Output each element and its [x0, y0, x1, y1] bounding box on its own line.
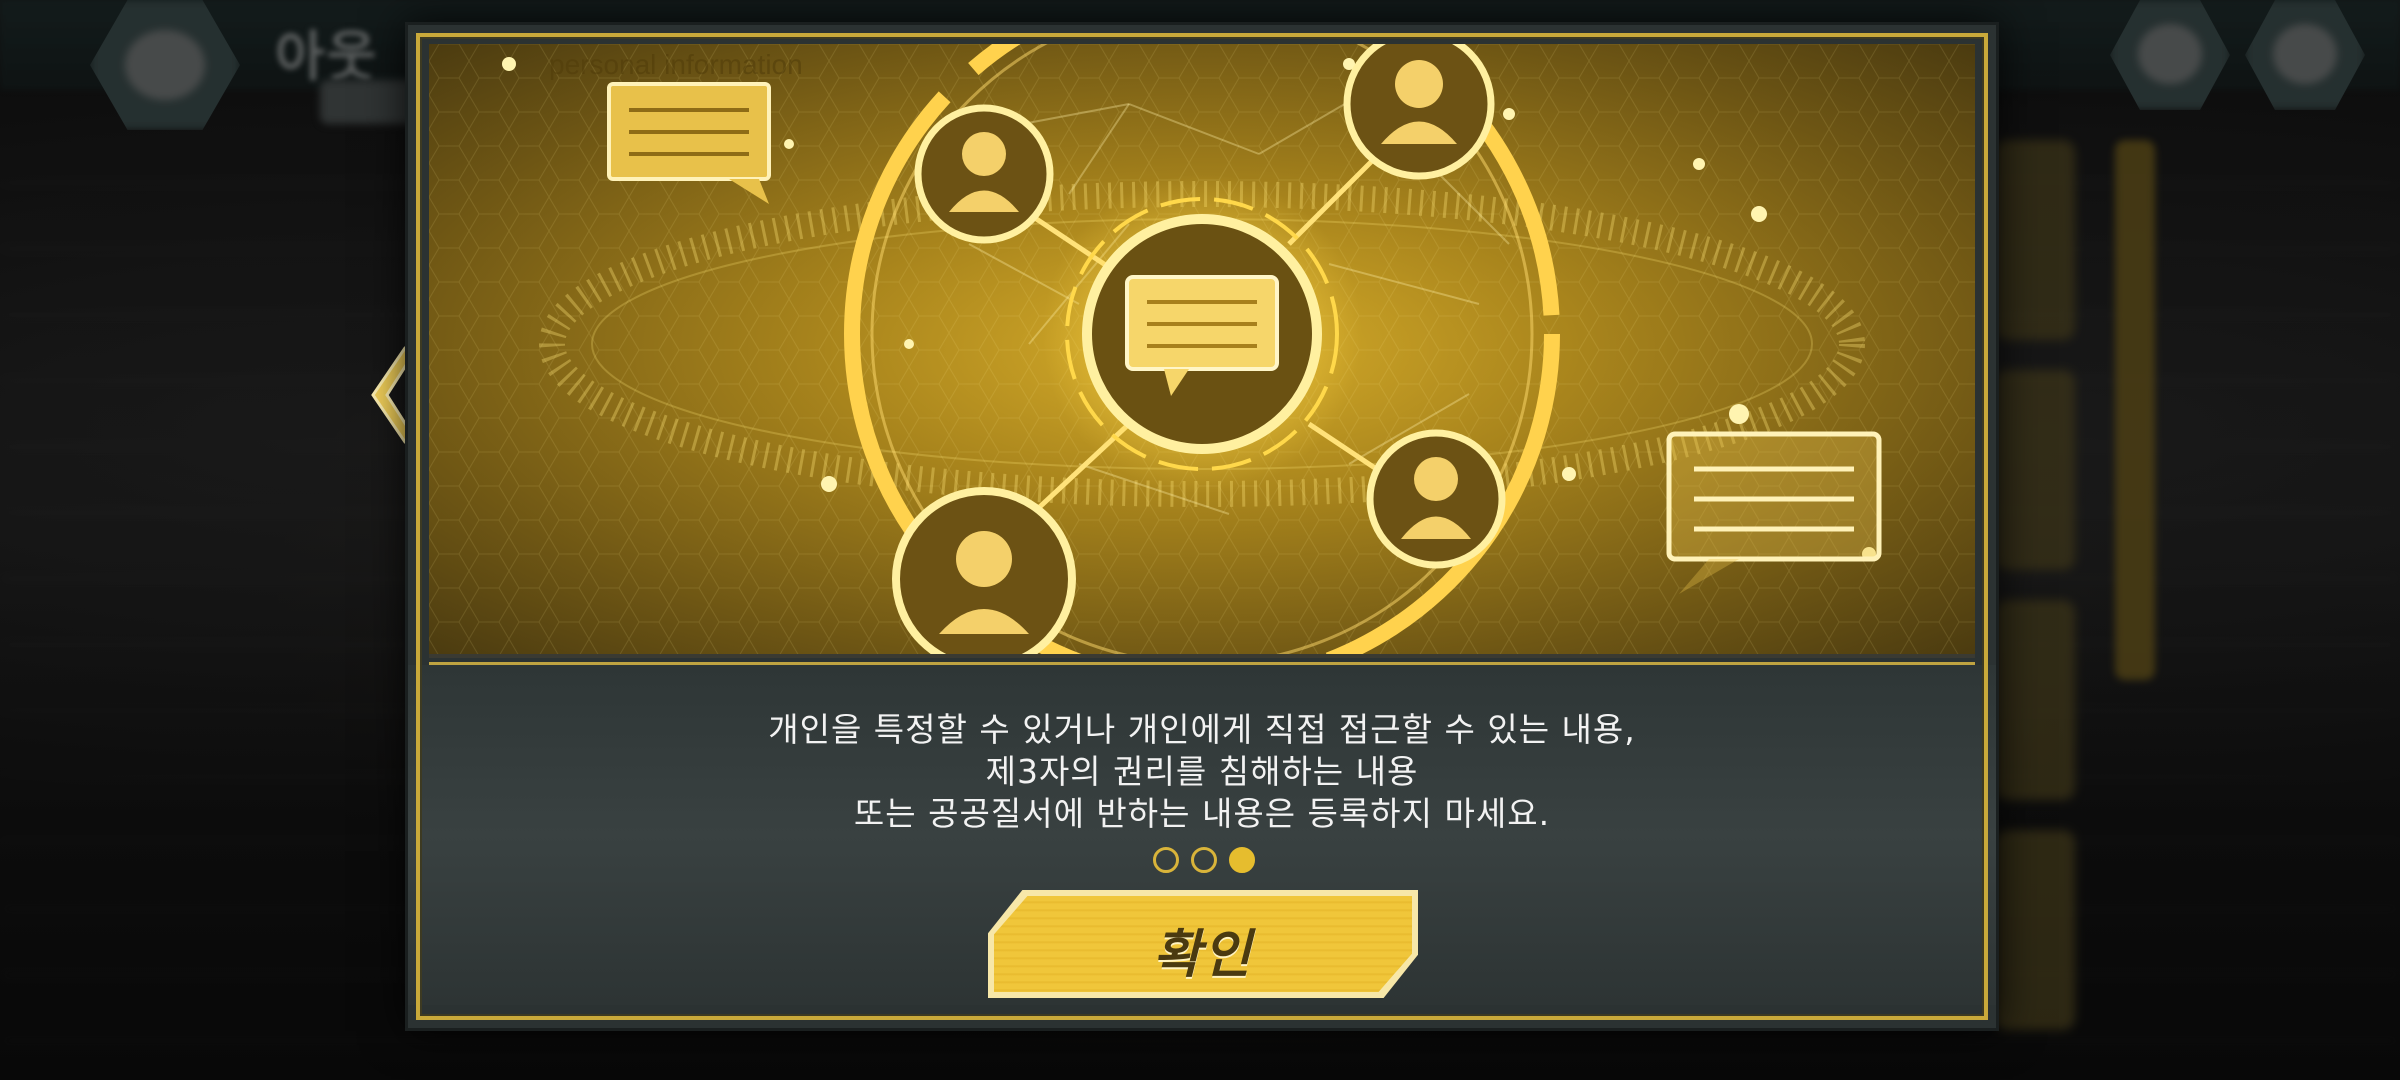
notice-line: 또는 공공질서에 반하는 내용은 등록하지 마세요.	[853, 794, 1551, 833]
notice-dialog: personal information 개인을 특정할 수 있거나 개인에게 …	[405, 22, 1999, 1031]
notice-line: 제3자의 권리를 침해하는 내용	[985, 752, 1419, 791]
person-node-icon	[1343, 44, 1495, 180]
dialog-content: 개인을 특정할 수 있거나 개인에게 직접 접근할 수 있는 내용, 제3자의 …	[408, 665, 1996, 1005]
banner-illustration: personal information	[429, 44, 1975, 658]
page-dot[interactable]	[1153, 847, 1179, 873]
banner-watermark: personal information	[549, 49, 803, 80]
person-node-icon	[914, 104, 1054, 244]
confirm-button[interactable]: 확인	[988, 890, 1418, 998]
confirm-button-label: 확인	[1153, 925, 1253, 985]
network-illustration: personal information	[429, 44, 1975, 654]
person-node-icon	[1366, 429, 1506, 569]
person-node-icon	[892, 487, 1076, 654]
page-dot[interactable]	[1191, 847, 1217, 873]
page-indicator	[1153, 847, 1255, 875]
page-dot-active[interactable]	[1229, 847, 1255, 873]
notice-message: 개인을 특정할 수 있거나 개인에게 직접 접근할 수 있는 내용, 제3자의 …	[608, 709, 1796, 835]
notice-line: 개인을 특정할 수 있거나 개인에게 직접 접근할 수 있는 내용,	[768, 710, 1636, 749]
